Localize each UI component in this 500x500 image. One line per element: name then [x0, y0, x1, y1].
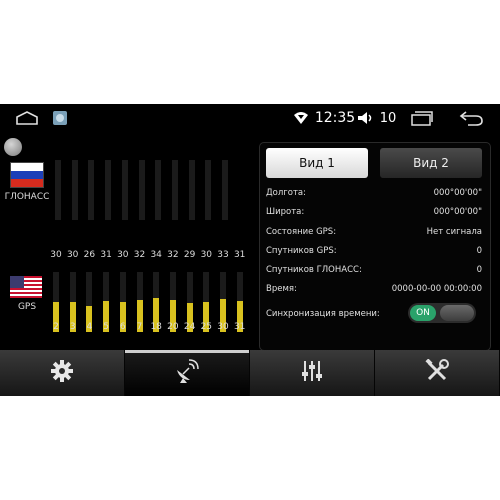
- tools-button[interactable]: [375, 350, 500, 396]
- glonass-signal-track: [55, 160, 61, 220]
- glonass-signal-track: [121, 160, 128, 220]
- glonass-signal-track: [88, 160, 95, 220]
- gps-button[interactable]: [125, 350, 250, 396]
- back-icon[interactable]: [456, 104, 486, 132]
- time-sync-label: Синхронизация времени:: [266, 309, 380, 319]
- gps-info-panel: Вид 1 Вид 2 Долгота: 000°00'00" Широта: …: [259, 142, 491, 351]
- longitude-label: Долгота:: [266, 188, 306, 198]
- gps-satellites-value: 0: [476, 246, 482, 256]
- glonass-signal-track: [222, 160, 228, 220]
- gps-snr-label: 26: [83, 250, 96, 260]
- latitude-label: Широта:: [266, 207, 305, 217]
- toggle-knob[interactable]: [440, 305, 474, 321]
- gps-prn-label: 4: [86, 322, 93, 332]
- gps-snr-label: 31: [100, 250, 112, 260]
- tab-view-2[interactable]: Вид 2: [380, 148, 482, 178]
- gps-snr-label: 33: [217, 250, 229, 260]
- glonass-signal-track: [138, 160, 145, 220]
- satellite-signal-panel: ГЛОНАСС GPS 30 2 30 3 26 4 31 5 30 6 32 7 34 18 32 20 29…: [0, 132, 255, 346]
- gps-snr-label: 32: [167, 250, 179, 260]
- wifi-icon: [292, 104, 310, 132]
- tab-view-1[interactable]: Вид 1: [266, 148, 368, 178]
- gps-prn-label: 5: [103, 322, 109, 332]
- gps-prn-label: 18: [150, 322, 162, 332]
- settings-button[interactable]: [0, 350, 125, 396]
- glonass-satellites-label: Спутников ГЛОНАСС:: [266, 265, 362, 275]
- glonass-satellites-value: 0: [476, 265, 482, 275]
- gps-snr-label: 30: [200, 250, 213, 260]
- gps-prn-label: 3: [69, 322, 76, 332]
- gps-prn-label: 31: [233, 322, 246, 332]
- recent-apps-icon[interactable]: [408, 104, 436, 132]
- gps-prn-label: 24: [183, 322, 196, 332]
- bottom-nav-bar: [0, 350, 500, 396]
- toggle-on-label: ON: [410, 305, 436, 321]
- glonass-signal-track: [71, 160, 78, 220]
- gps-snr-label: 30: [117, 250, 129, 260]
- gps-snr-label: 34: [150, 250, 162, 260]
- glonass-signal-track: [171, 160, 178, 220]
- glonass-signal-track: [205, 160, 212, 220]
- gear-icon: [50, 359, 74, 387]
- gps-snr-label: 30: [50, 250, 62, 260]
- glonass-signal-track: [105, 160, 112, 220]
- app-thumbnail-icon[interactable]: [50, 104, 70, 132]
- time-value: 0000-00-00 00:00:00: [391, 284, 482, 294]
- glonass-signal-track: [155, 160, 162, 220]
- usa-flag-icon: [10, 276, 42, 298]
- volume-icon[interactable]: [356, 104, 374, 132]
- gps-snr-label: 30: [66, 250, 79, 260]
- russia-flag-icon: [10, 162, 44, 188]
- glonass-label: ГЛОНАСС: [4, 192, 50, 202]
- clock-time: 12:35: [314, 110, 356, 126]
- gps-prn-label: 25: [200, 322, 213, 332]
- time-label: Время:: [266, 284, 297, 294]
- gps-prn-label: 2: [53, 322, 59, 332]
- gps-status-value: Нет сигнала: [426, 227, 482, 237]
- gps-snr-label: 29: [183, 250, 196, 260]
- gps-prn-label: 6: [119, 322, 126, 332]
- longitude-value: 000°00'00": [433, 188, 482, 198]
- gps-label: GPS: [17, 302, 37, 312]
- home-icon[interactable]: [14, 104, 40, 132]
- gps-prn-label: 7: [136, 322, 143, 332]
- head-unit-screen: 12:35 10 ГЛОНАСС GPS 30 2 30 3 26 4 31 5…: [0, 104, 500, 396]
- gps-prn-label: 30: [217, 322, 229, 332]
- tools-icon: [425, 358, 449, 387]
- status-bar: 12:35 10: [0, 104, 500, 132]
- gps-snr-label: 32: [133, 250, 146, 260]
- latitude-value: 000°00'00": [433, 207, 482, 217]
- gps-satellites-label: Спутников GPS:: [266, 246, 337, 256]
- equalizer-button[interactable]: [250, 350, 375, 396]
- gps-snr-label: 31: [233, 250, 246, 260]
- gps-prn-label: 20: [167, 322, 179, 332]
- gps-status-label: Состояние GPS:: [266, 227, 337, 237]
- volume-level: 10: [379, 110, 397, 126]
- equalizer-icon: [300, 359, 324, 387]
- satellite-dish-icon: [174, 358, 200, 388]
- glonass-signal-track: [188, 160, 195, 220]
- time-sync-toggle[interactable]: ON: [408, 303, 476, 323]
- compass-icon: [4, 138, 22, 156]
